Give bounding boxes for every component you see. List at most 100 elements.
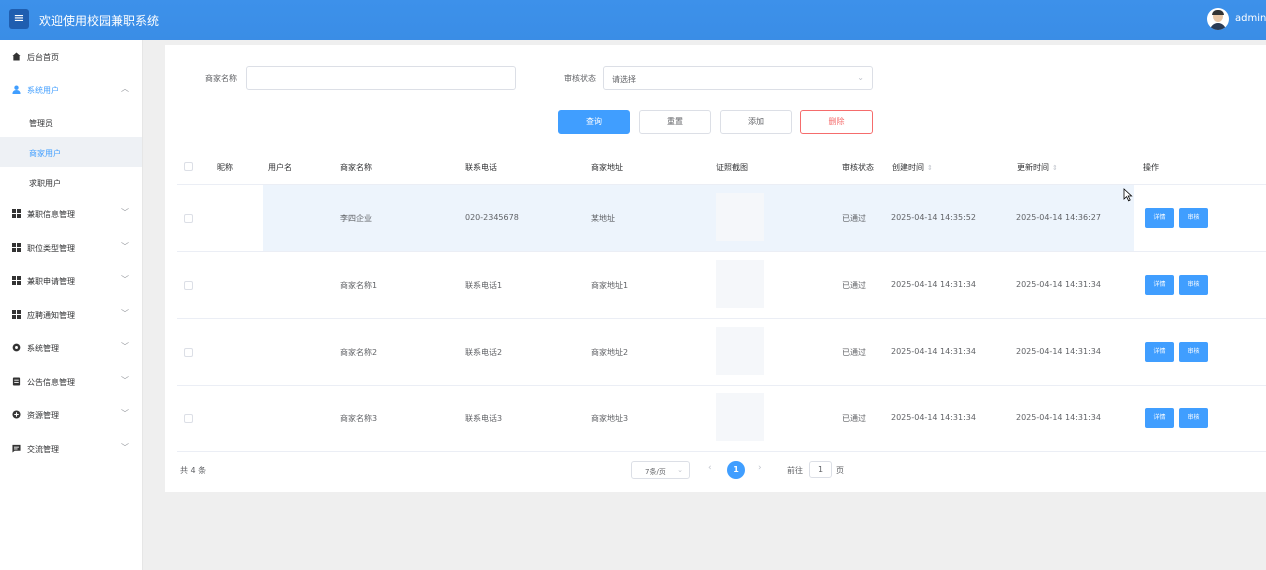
- row-checkbox[interactable]: [184, 214, 193, 223]
- sidebar-subitem-label: 商家用户: [29, 149, 61, 158]
- table-row[interactable]: 商家名称3 联系电话3 商家地址3 已通过 2025-04-14 14:31:3…: [177, 385, 1266, 452]
- sort-icon: ⇕: [927, 164, 933, 172]
- row-checkbox[interactable]: [184, 348, 193, 357]
- status-select[interactable]: 请选择 ⌄: [603, 66, 873, 90]
- sidebar-subitem-admin[interactable]: 管理员: [0, 107, 142, 137]
- goto-page-input[interactable]: 1: [809, 461, 832, 478]
- column-updated-label: 更新时间: [1017, 163, 1049, 172]
- chevron-up-icon: ︿: [121, 84, 129, 93]
- cell-status: 已通过: [842, 414, 866, 423]
- chevron-down-icon: ﹀: [121, 242, 129, 251]
- reset-button[interactable]: 重置: [639, 110, 711, 134]
- avatar[interactable]: [1207, 8, 1229, 30]
- cell-created: 2025-04-14 14:31:34: [891, 413, 976, 422]
- hamburger-icon[interactable]: ≡: [9, 9, 29, 29]
- column-nickname: 昵称: [217, 163, 233, 172]
- detail-button[interactable]: 详情: [1145, 208, 1174, 228]
- table-row[interactable]: 李四企业 020-2345678 某地址 已通过 2025-04-14 14:3…: [177, 185, 1266, 252]
- plus-circle-icon: [12, 410, 21, 419]
- column-phone: 联系电话: [465, 163, 497, 172]
- detail-button[interactable]: 详情: [1145, 342, 1174, 362]
- column-updated[interactable]: 更新时间 ⇕: [1017, 162, 1058, 173]
- sidebar-item-communication[interactable]: 交流管理 ﹀: [0, 432, 142, 465]
- sidebar-item-label: 交流管理: [27, 445, 59, 454]
- query-button[interactable]: 查询: [558, 110, 630, 134]
- review-button[interactable]: 审核: [1179, 275, 1208, 295]
- column-address: 商家地址: [591, 163, 623, 172]
- review-button[interactable]: 审核: [1179, 342, 1208, 362]
- cell-address: 商家地址3: [591, 414, 629, 423]
- cell-updated: 2025-04-14 14:31:34: [1016, 413, 1101, 422]
- chevron-down-icon: ﹀: [121, 208, 129, 217]
- cell-created: 2025-04-14 14:35:52: [891, 213, 976, 222]
- sidebar-item-resources[interactable]: 资源管理 ﹀: [0, 398, 142, 431]
- select-all-checkbox[interactable]: [184, 162, 193, 171]
- cell-updated: 2025-04-14 14:36:27: [1016, 213, 1101, 222]
- document-icon: [12, 377, 21, 386]
- cell-status: 已通过: [842, 214, 866, 223]
- cell-address: 某地址: [591, 214, 615, 223]
- sidebar-item-job-types[interactable]: 职位类型管理 ﹀: [0, 231, 142, 264]
- sidebar-item-parttime-info[interactable]: 兼职信息管理 ﹀: [0, 197, 142, 230]
- column-status: 审核状态: [842, 163, 874, 172]
- license-thumbnail[interactable]: [716, 327, 764, 375]
- column-created-label: 创建时间: [892, 163, 924, 172]
- user-menu[interactable]: admin ⌄: [1235, 13, 1266, 24]
- cell-phone: 联系电话1: [465, 281, 503, 290]
- license-thumbnail[interactable]: [716, 393, 764, 441]
- sidebar-subitem-label: 管理员: [29, 119, 53, 128]
- sidebar-item-label: 兼职信息管理: [27, 210, 75, 219]
- chevron-down-icon: ﹀: [121, 443, 129, 452]
- cell-phone: 020-2345678: [465, 213, 519, 222]
- sidebar-subitem-merchant-users[interactable]: 商家用户: [0, 137, 142, 167]
- cell-status: 已通过: [842, 348, 866, 357]
- chevron-down-icon: ﹀: [121, 275, 129, 284]
- detail-button[interactable]: 详情: [1145, 275, 1174, 295]
- merchant-name-input[interactable]: [246, 66, 516, 90]
- sidebar-subitem-jobseeker-users[interactable]: 求职用户: [0, 167, 142, 197]
- chat-icon: [12, 444, 21, 453]
- chevron-down-icon: ﹀: [121, 309, 129, 318]
- sidebar-item-applications[interactable]: 兼职申请管理 ﹀: [0, 264, 142, 297]
- column-license: 证照截图: [716, 163, 748, 172]
- page-size-select[interactable]: 7条/页 ⌄: [631, 461, 690, 479]
- review-button[interactable]: 审核: [1179, 208, 1208, 228]
- sidebar-item-system-users[interactable]: 系统用户 ︿: [0, 73, 142, 106]
- cell-updated: 2025-04-14 14:31:34: [1016, 280, 1101, 289]
- app-title: 欢迎使用校园兼职系统: [39, 14, 160, 28]
- user-name: admin: [1235, 13, 1266, 24]
- sidebar-item-home[interactable]: 后台首页: [0, 40, 142, 73]
- total-count: 共 4 条: [180, 466, 207, 475]
- detail-button[interactable]: 详情: [1145, 408, 1174, 428]
- row-checkbox[interactable]: [184, 281, 193, 290]
- grid-icon: [12, 310, 21, 319]
- sidebar-item-announcements[interactable]: 公告信息管理 ﹀: [0, 365, 142, 398]
- prev-page-icon[interactable]: ‹: [708, 463, 712, 473]
- column-merchant-name: 商家名称: [340, 163, 372, 172]
- table-row[interactable]: 商家名称1 联系电话1 商家地址1 已通过 2025-04-14 14:31:3…: [177, 252, 1266, 319]
- next-page-icon[interactable]: ›: [758, 463, 762, 473]
- sort-icon: ⇕: [1052, 164, 1058, 172]
- table-row[interactable]: 商家名称2 联系电话2 商家地址2 已通过 2025-04-14 14:31:3…: [177, 319, 1266, 386]
- cell-phone: 联系电话3: [465, 414, 503, 423]
- sidebar-item-label: 公告信息管理: [27, 378, 75, 387]
- status-select-placeholder: 请选择: [612, 75, 636, 84]
- sidebar-item-system[interactable]: 系统管理 ﹀: [0, 331, 142, 364]
- license-thumbnail[interactable]: [716, 193, 764, 241]
- sidebar-item-notifications[interactable]: 应聘通知管理 ﹀: [0, 298, 142, 331]
- license-thumbnail[interactable]: [716, 260, 764, 308]
- column-operations: 操作: [1143, 163, 1159, 172]
- sidebar-item-label: 资源管理: [27, 411, 59, 420]
- user-icon: [12, 85, 21, 94]
- page-number-current[interactable]: 1: [727, 461, 745, 479]
- row-checkbox[interactable]: [184, 414, 193, 423]
- column-created[interactable]: 创建时间 ⇕: [892, 162, 933, 173]
- review-button[interactable]: 审核: [1179, 408, 1208, 428]
- cell-address: 商家地址2: [591, 348, 629, 357]
- sidebar-item-label: 职位类型管理: [27, 244, 75, 253]
- chevron-down-icon: ⌄: [677, 466, 683, 474]
- add-button[interactable]: 添加: [720, 110, 792, 134]
- delete-button[interactable]: 删除: [800, 110, 873, 134]
- top-bar: ≡ 欢迎使用校园兼职系统 admin ⌄: [0, 0, 1266, 40]
- cell-status: 已通过: [842, 281, 866, 290]
